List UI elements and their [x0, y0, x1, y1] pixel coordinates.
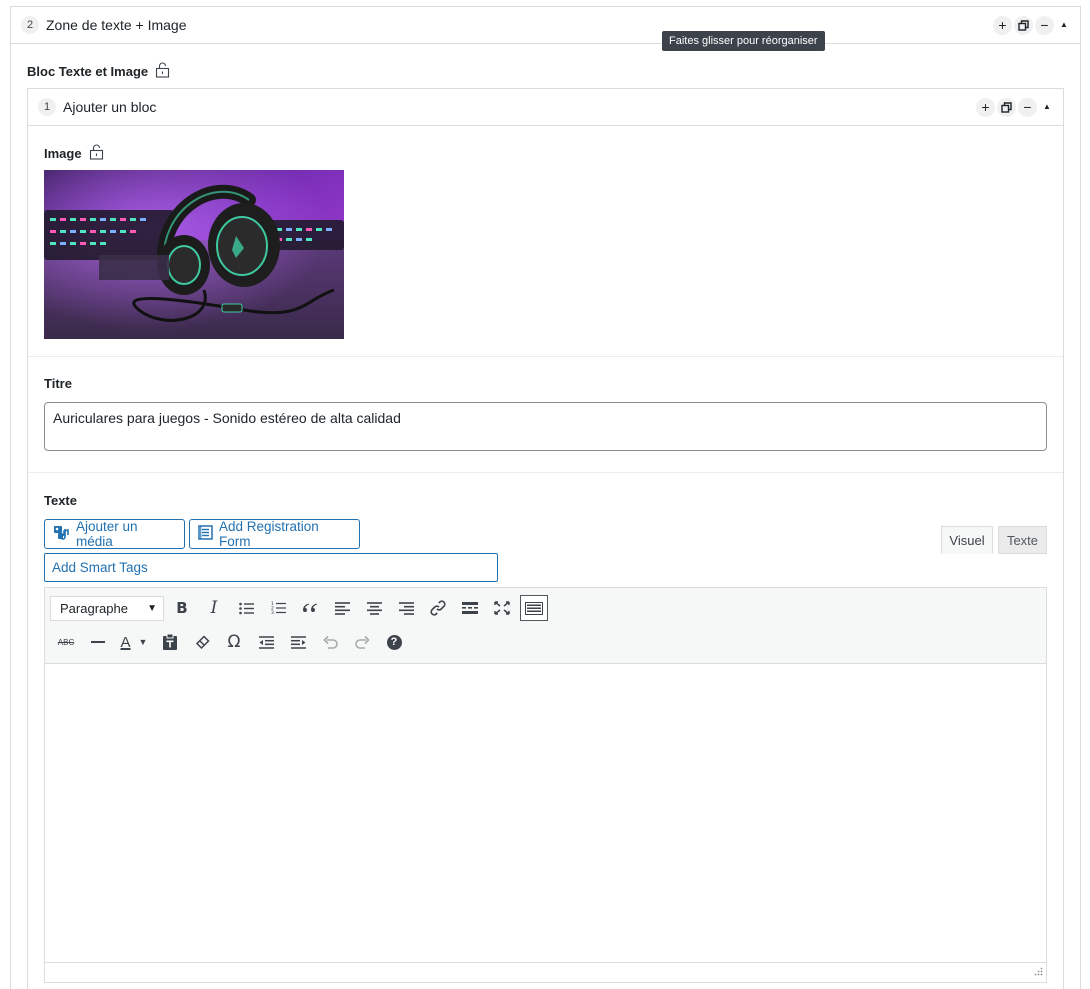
form-icon [198, 525, 213, 543]
texte-field: Texte Ajouter un média Add Registration … [28, 473, 1063, 989]
sub-field-label: Bloc Texte et Image [27, 62, 170, 81]
help-glyph: ? [386, 634, 402, 650]
redo-icon[interactable] [346, 629, 378, 655]
toolbar-row-1: Paragraphe ▼ B I 123 [50, 595, 548, 621]
layout-header[interactable]: 2 Zone de texte + Image + − ▲ [11, 7, 1080, 44]
layout-order-badge[interactable]: 2 [21, 16, 39, 34]
sub-field-label-text: Bloc Texte et Image [27, 64, 149, 79]
lock-icon [89, 144, 104, 163]
strikethrough-icon[interactable]: ABC [50, 629, 82, 655]
help-icon[interactable]: ? [378, 629, 410, 655]
collapse-row-triangle-icon[interactable]: ▲ [1039, 98, 1055, 117]
add-row-icon[interactable]: + [976, 97, 995, 117]
text-color-icon[interactable]: A ▼ [114, 629, 154, 655]
add-registration-form-button[interactable]: Add Registration Form [189, 519, 360, 549]
drag-tooltip: Faites glisser pour réorganiser [662, 31, 825, 51]
duplicate-layout-icon[interactable] [1014, 15, 1033, 35]
row-order-badge[interactable]: 1 [38, 98, 56, 116]
align-center-icon[interactable] [358, 595, 390, 621]
duplicate-row-icon[interactable] [997, 97, 1016, 117]
titre-input[interactable]: Auriculares para juegos - Sonido estéreo… [44, 402, 1047, 451]
numbered-list-icon[interactable]: 123 [262, 595, 294, 621]
titre-field-label: Titre [44, 376, 72, 391]
italic-icon[interactable]: I [198, 595, 230, 621]
layout-controls: + − ▲ [993, 7, 1072, 43]
add-layout-icon[interactable]: + [993, 15, 1012, 35]
text-color-chevron-icon: ▼ [138, 637, 148, 647]
outdent-icon[interactable] [250, 629, 282, 655]
editor-content-area[interactable] [45, 664, 1046, 964]
clear-formatting-icon[interactable] [186, 629, 218, 655]
special-character-icon[interactable]: Ω [218, 629, 250, 655]
image-field: Image [28, 126, 1063, 357]
toolbar-toggle-icon[interactable] [520, 595, 548, 621]
bullet-list-icon[interactable] [230, 595, 262, 621]
row-header[interactable]: 1 Ajouter un bloc + − ▲ [28, 89, 1063, 126]
flexible-content-layout: 2 Zone de texte + Image + − ▲ Bloc Texte… [10, 6, 1081, 989]
lock-icon [155, 62, 170, 81]
text-color-glyph: A [120, 633, 131, 651]
row-title: Ajouter un bloc [63, 99, 157, 115]
add-media-button[interactable]: Ajouter un média [44, 519, 185, 549]
add-smart-tags-button[interactable]: Add Smart Tags [44, 553, 498, 582]
add-media-label: Ajouter un média [76, 519, 138, 549]
texte-field-label: Texte [44, 493, 77, 508]
editor-toolbar: Paragraphe ▼ B I 123 ABC A ▼ Ω ? [45, 588, 1046, 664]
format-select[interactable]: Paragraphe ▼ [50, 595, 164, 621]
link-icon[interactable] [422, 595, 454, 621]
titre-field: Titre Auriculares para juegos - Sonido e… [28, 357, 1063, 473]
add-registration-label: Add Registration Form [219, 519, 319, 549]
chevron-down-icon: ▼ [147, 602, 157, 614]
remove-row-icon[interactable]: − [1018, 97, 1037, 117]
indent-icon[interactable] [282, 629, 314, 655]
align-left-icon[interactable] [326, 595, 358, 621]
align-right-icon[interactable] [390, 595, 422, 621]
format-select-value: Paragraphe [60, 600, 128, 616]
row-controls: + − ▲ [976, 89, 1055, 125]
remove-layout-icon[interactable]: − [1035, 15, 1054, 35]
bold-icon[interactable]: B [166, 595, 198, 621]
undo-icon[interactable] [314, 629, 346, 655]
wysiwyg-editor: Paragraphe ▼ B I 123 ABC A ▼ Ω ? [44, 587, 1047, 983]
toolbar-row-2: ABC A ▼ Ω ? [50, 629, 410, 655]
repeater-row: 1 Ajouter un bloc + − ▲ Image Titre Auri… [27, 88, 1064, 989]
layout-title: Zone de texte + Image [46, 17, 187, 33]
media-icon [53, 525, 70, 544]
image-field-label: Image [44, 146, 82, 161]
svg-text:3: 3 [271, 610, 274, 615]
horizontal-line-icon[interactable] [82, 629, 114, 655]
editor-status-bar [45, 962, 1046, 982]
headphones-image[interactable] [44, 170, 344, 339]
resize-handle-icon[interactable] [1033, 964, 1043, 979]
blockquote-icon[interactable] [294, 595, 326, 621]
paste-as-text-icon[interactable] [154, 629, 186, 655]
collapse-triangle-icon[interactable]: ▲ [1056, 16, 1072, 35]
read-more-icon[interactable] [454, 595, 486, 621]
fullscreen-icon[interactable] [486, 595, 518, 621]
tab-visual[interactable]: Visuel [941, 526, 993, 554]
tab-text[interactable]: Texte [998, 526, 1047, 554]
